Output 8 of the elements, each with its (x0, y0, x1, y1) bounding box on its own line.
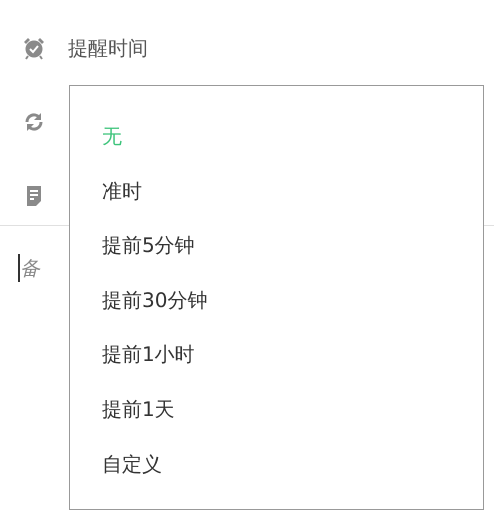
menu-option[interactable]: 提前1天 (102, 382, 175, 437)
menu-option[interactable]: 自定义 (102, 436, 162, 492)
field-label: 提醒时间 (68, 34, 148, 62)
menu-option[interactable]: 提前5分钟 (102, 218, 195, 273)
menu-option[interactable]: 提前30分钟 (102, 272, 208, 328)
menu-option[interactable]: 准时 (102, 164, 142, 218)
menu-option[interactable]: 提前1小时 (102, 327, 195, 382)
alarm-clock-icon (22, 36, 46, 60)
